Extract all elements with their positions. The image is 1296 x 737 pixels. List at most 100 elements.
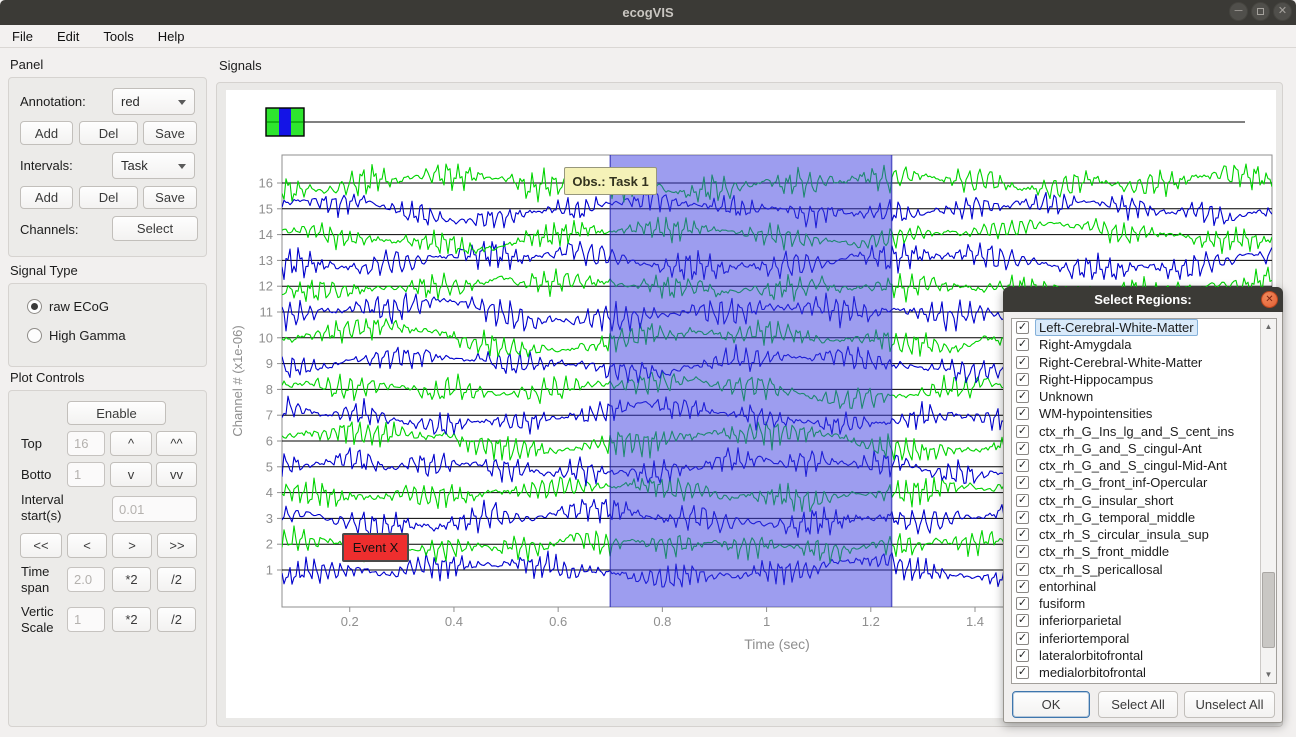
ok-button[interactable]: OK — [1012, 691, 1090, 718]
y-tick-label: 10 — [259, 330, 273, 345]
time-span-double-button[interactable]: *2 — [112, 567, 151, 592]
dialog-title-bar[interactable]: Select Regions: ✕ — [1003, 287, 1283, 312]
annotation-add-button[interactable]: Add — [20, 121, 73, 145]
region-list-scrollbar[interactable]: ▲ ▼ — [1260, 319, 1276, 683]
bottom-field[interactable]: 1 — [67, 462, 105, 487]
page-back-button[interactable]: << — [20, 533, 62, 558]
close-icon[interactable]: ✕ — [1273, 2, 1292, 21]
checkbox-checked-icon[interactable]: ✓ — [1016, 425, 1029, 438]
y-tick-label: 1 — [266, 563, 273, 578]
checkbox-checked-icon[interactable]: ✓ — [1016, 666, 1029, 679]
time-span-label: Time span — [21, 564, 66, 596]
region-list-item-label: medialorbitofrontal — [1036, 665, 1149, 680]
region-list-item[interactable]: ✓lateralorbitofrontal — [1012, 647, 1276, 664]
region-list-item[interactable]: ✓inferiorparietal — [1012, 612, 1276, 629]
scroll-up-icon[interactable]: ▲ — [1261, 320, 1276, 334]
checkbox-checked-icon[interactable]: ✓ — [1016, 511, 1029, 524]
region-list-item[interactable]: ✓ctx_rh_G_temporal_middle — [1012, 509, 1276, 526]
channel-up-button[interactable]: ^ — [110, 431, 152, 456]
checkbox-checked-icon[interactable]: ✓ — [1016, 373, 1029, 386]
menu-edit[interactable]: Edit — [45, 25, 91, 48]
checkbox-checked-icon[interactable]: ✓ — [1016, 476, 1029, 489]
time-span-field[interactable]: 2.0 — [67, 567, 105, 592]
region-list-item[interactable]: ✓ctx_rh_S_pericallosal — [1012, 561, 1276, 578]
region-list-item[interactable]: ✓ctx_rh_G_front_inf-Opercular — [1012, 474, 1276, 491]
vertical-scale-double-button[interactable]: *2 — [112, 607, 151, 632]
intervals-add-button[interactable]: Add — [20, 186, 73, 209]
channel-up-fast-button[interactable]: ^^ — [156, 431, 197, 456]
intervals-save-button[interactable]: Save — [143, 186, 197, 209]
checkbox-checked-icon[interactable]: ✓ — [1016, 632, 1029, 645]
region-list-item-label: ctx_rh_S_front_middle — [1036, 544, 1172, 559]
checkbox-checked-icon[interactable]: ✓ — [1016, 442, 1029, 455]
menu-tools[interactable]: Tools — [91, 25, 145, 48]
radio-raw-ecog[interactable] — [27, 299, 42, 314]
region-list-item[interactable]: ✓ctx_rh_G_insular_short — [1012, 492, 1276, 509]
channel-down-button[interactable]: v — [110, 462, 152, 487]
vertical-scale-field[interactable]: 1 — [67, 607, 105, 632]
select-all-button[interactable]: Select All — [1098, 691, 1178, 718]
region-list-item[interactable]: ✓ ctx_rh_S_front_middle — [1012, 543, 1276, 560]
enable-button[interactable]: Enable — [67, 401, 166, 425]
annotation-save-button[interactable]: Save — [143, 121, 197, 145]
interval-start-field[interactable]: 0.01 — [112, 496, 197, 522]
annotation-del-button[interactable]: Del — [79, 121, 138, 145]
region-list-item[interactable]: ✓ctx_rh_G_Ins_lg_and_S_cent_ins — [1012, 423, 1276, 440]
interval-region[interactable] — [610, 155, 891, 607]
checkbox-checked-icon[interactable]: ✓ — [1016, 545, 1029, 558]
scrollbar-thumb[interactable] — [1262, 572, 1275, 648]
region-list-item[interactable]: ✓ Unknown — [1012, 388, 1276, 405]
region-list-item-label: Unknown — [1036, 389, 1096, 404]
region-list-item[interactable]: ✓Right-Amygdala — [1012, 336, 1276, 353]
region-list-item[interactable]: ✓Right-Hippocampus — [1012, 371, 1276, 388]
checkbox-checked-icon[interactable]: ✓ — [1016, 580, 1029, 593]
time-scrollbar-window[interactable] — [279, 108, 291, 136]
menu-help[interactable]: Help — [146, 25, 197, 48]
checkbox-checked-icon[interactable]: ✓ — [1016, 597, 1029, 610]
intervals-del-button[interactable]: Del — [79, 186, 138, 209]
plot-controls-heading: Plot Controls — [10, 370, 84, 385]
step-back-button[interactable]: < — [67, 533, 107, 558]
top-field[interactable]: 16 — [67, 431, 105, 456]
region-list-item[interactable]: ✓fusiform — [1012, 595, 1276, 612]
scroll-down-icon[interactable]: ▼ — [1261, 668, 1276, 682]
checkbox-checked-icon[interactable]: ✓ — [1016, 459, 1029, 472]
region-list[interactable]: ✓Left-Cerebral-White-Matter✓Right-Amygda… — [1011, 318, 1277, 684]
radio-high-gamma[interactable] — [27, 328, 42, 343]
time-scrollbar[interactable] — [266, 108, 1245, 136]
checkbox-checked-icon[interactable]: ✓ — [1016, 614, 1029, 627]
intervals-dropdown[interactable]: Task — [112, 152, 195, 179]
menu-file[interactable]: File — [0, 25, 45, 48]
region-list-item[interactable]: ✓ctx_rh_G_and_S_cingul-Mid-Ant — [1012, 457, 1276, 474]
region-list-item[interactable]: ✓Right-Cerebral-White-Matter — [1012, 354, 1276, 371]
checkbox-checked-icon[interactable]: ✓ — [1016, 528, 1029, 541]
time-span-halve-button[interactable]: /2 — [157, 567, 196, 592]
checkbox-checked-icon[interactable]: ✓ — [1016, 338, 1029, 351]
annotation-dropdown[interactable]: red — [112, 88, 195, 115]
maximize-icon[interactable] — [1251, 2, 1270, 21]
channel-down-fast-button[interactable]: vv — [156, 462, 197, 487]
step-forward-button[interactable]: > — [112, 533, 152, 558]
checkbox-checked-icon[interactable]: ✓ — [1016, 494, 1029, 507]
region-list-item[interactable]: ✓WM-hypointensities — [1012, 405, 1276, 422]
region-list-item[interactable]: ✓Left-Cerebral-White-Matter — [1012, 319, 1276, 336]
region-list-item[interactable]: ✓ctx_rh_G_and_S_cingul-Ant — [1012, 440, 1276, 457]
event-marker[interactable]: Event X — [342, 533, 409, 562]
channels-select-button[interactable]: Select — [112, 216, 198, 241]
checkbox-checked-icon[interactable]: ✓ — [1016, 356, 1029, 369]
region-list-item[interactable]: ✓ctx_rh_S_circular_insula_sup — [1012, 526, 1276, 543]
checkbox-checked-icon[interactable]: ✓ — [1016, 390, 1029, 403]
unselect-all-button[interactable]: Unselect All — [1184, 691, 1275, 718]
checkbox-checked-icon[interactable]: ✓ — [1016, 321, 1029, 334]
checkbox-checked-icon[interactable]: ✓ — [1016, 563, 1029, 576]
vertical-scale-halve-button[interactable]: /2 — [157, 607, 196, 632]
region-list-item[interactable]: ✓entorhinal — [1012, 578, 1276, 595]
checkbox-checked-icon[interactable]: ✓ — [1016, 407, 1029, 420]
page-forward-button[interactable]: >> — [157, 533, 197, 558]
dialog-close-icon[interactable]: ✕ — [1261, 291, 1278, 308]
minimize-icon[interactable]: ─ — [1229, 2, 1248, 21]
checkbox-checked-icon[interactable]: ✓ — [1016, 649, 1029, 662]
region-list-item[interactable]: ✓ medialorbitofrontal — [1012, 664, 1276, 681]
region-list-item[interactable]: ✓inferiortemporal — [1012, 630, 1276, 647]
radio-raw-ecog-label: raw ECoG — [49, 299, 109, 315]
